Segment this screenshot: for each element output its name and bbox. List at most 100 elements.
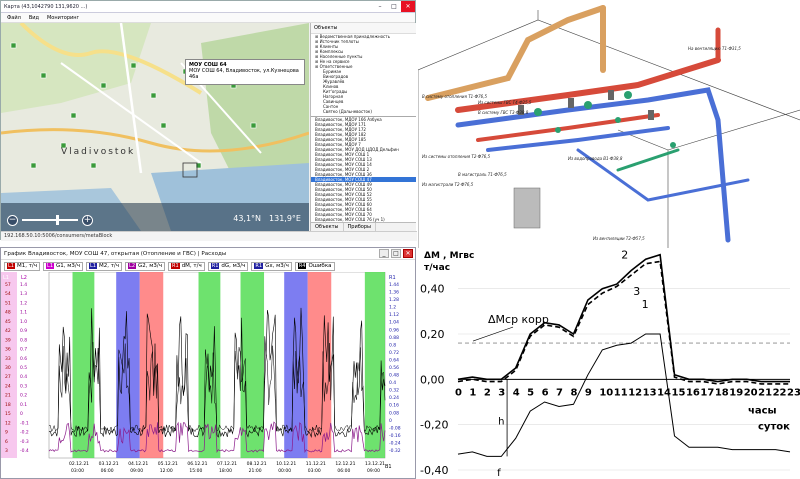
objects-tabs: Объекты Приборы [311,222,416,231]
legend-item[interactable]: R1 dG, м3/ч [207,261,249,271]
menu-view[interactable]: Вид [29,15,39,21]
line-chart-panel: ΔM , Мгвс т/час 0,40 0,20 0,00 -0,20 -0,40 0 1 2 3… [418,248,800,479]
x-tick-time: 03:00 [308,468,321,474]
zoom-slider[interactable] [22,215,78,225]
axis-tag-l1: L1 [3,275,9,281]
x-tick: 17 [700,387,714,398]
left-tick: 48 [5,310,11,316]
coord-lat: 43,1°N [233,214,262,223]
legend-item[interactable]: L1 G1, м3/ч [43,261,84,271]
left-tick: 12 [5,420,11,426]
menu-monitoring[interactable]: Мониторинг [47,15,79,21]
x-tick-date: 04.12.21 [128,461,148,467]
legend-item[interactable]: R1 Gx, м3/ч [251,261,292,271]
axis-tag-r1: R1 [389,275,396,281]
legend-item[interactable]: L1 M1, т/ч [4,261,41,271]
right-tick: 0.48 [389,373,399,379]
map-svg [1,23,309,231]
time-band [284,272,308,458]
tab-devices[interactable]: Приборы [344,223,376,231]
left2-tick: 0.5 [20,365,27,371]
left2-tick: 0.7 [20,347,27,353]
legend-tag: L1 [7,263,15,269]
right-tick: 0.08 [389,410,399,416]
y-tick: 0,00 [420,373,445,386]
pipe-label: Из вентиляции Т2-Ф57,5 [593,236,645,241]
left2-tick: 0.2 [20,393,27,399]
right-tick: 0.96 [389,327,399,333]
left-tick: 51 [5,300,11,306]
zoom-out-icon[interactable]: − [7,214,18,226]
y-axis-unit: т/час [424,263,450,273]
tree-item[interactable]: Святко (Дальневосток) [311,109,416,114]
graph-window-title: График Владивосток, МОУ СОШ 47, открытая… [4,250,227,257]
maximize-icon[interactable]: □ [387,1,401,12]
time-band [72,272,95,458]
left-tick: 15 [5,411,11,417]
x-tick: 7 [556,387,563,398]
left-tick: 3 [5,448,8,454]
objects-tree[interactable]: ⊞ Ведомственная принадлежность ⊞ Источник… [311,34,416,114]
left-tick: 21 [5,393,11,399]
x-axis-label-1: часы [748,405,777,416]
city-label: Vladivostok [61,147,136,157]
left-tick: 54 [5,291,11,297]
legend-item[interactable]: R1 dM, т/ч [168,261,205,271]
x-tick: 0 [455,387,462,398]
legend-item[interactable]: R4 Ошибка [294,261,335,271]
x-tick: 20 [744,387,758,398]
left-tick: 6 [5,439,8,445]
x-tick-date: 13.12.21 [365,461,385,467]
close-icon[interactable]: ✕ [403,249,413,258]
left2-tick: -0.1 [20,420,29,426]
legend-item[interactable]: L2 G2, м3/ч [125,261,166,271]
tab-objects[interactable]: Объекты [311,223,344,231]
map-popup[interactable]: МОУ СОШ 64 МОУ СОШ 64, Владивосток, ул.К… [185,59,305,85]
left2-tick: 0.3 [20,383,27,389]
legend-label: G2, м3/ч [138,263,163,269]
status-bar: 192.168.50.10:5006/consumers/metaBlock [1,231,417,241]
minimize-icon[interactable]: – [373,1,387,12]
left2-tick: -0.2 [20,430,29,436]
right-tick: 0.64 [389,357,399,363]
line-chart: ΔM , Мгвст/час0,400,200,00-0,20-0,400 1 2 3… [420,249,800,479]
map-canvas[interactable]: Vladivostok МОУ СОШ 64 МОУ СОШ 64, Влади… [1,23,309,231]
right-tick: -0.32 [389,448,401,454]
objects-header: Объекты [311,23,416,34]
map-window: Карта (43,1042790 131,9620 ...) – □ ✕ Фа… [0,0,417,241]
reference-label: ΔMср корр [488,313,549,326]
left-tick: 24 [5,383,11,389]
menu-file[interactable]: Файл [7,15,21,21]
maximize-icon[interactable]: □ [391,249,401,258]
pipe-label: Из магистрали Т2-Ф76,5 [422,182,474,187]
zoom-in-icon[interactable]: + [82,214,93,226]
time-band [307,272,332,458]
objects-panel: Объекты ⊞ Ведомственная принадлежность ⊞ … [310,23,416,231]
legend-item[interactable]: L1 M2, т/ч [86,261,123,271]
legend-tag: R1 [254,263,264,269]
x-tick-date: 06.12.21 [187,461,207,467]
x-tick: 19 [729,387,743,398]
objects-list[interactable]: Владивосток, МДОУ 166 Азбука Владивосток,… [311,116,416,231]
x-tick: 2 [484,387,491,398]
left-tick: 18 [5,402,11,408]
x-tick-date: 02.12.21 [69,461,89,467]
zoom-thumb[interactable] [55,215,59,225]
x-tick-time: 12:00 [160,468,173,474]
x-tick: 5 [527,387,534,398]
left2-tick: 0.9 [20,328,27,334]
x-axis-label-2: суток [758,421,790,432]
series-label: 3 [633,285,640,298]
left2-tick: -0.4 [20,448,29,454]
x-tick: 9 [585,387,592,398]
close-icon[interactable]: ✕ [401,1,415,12]
minimize-icon[interactable]: _ [379,249,389,258]
x-tick: 1 [469,387,476,398]
x-tick-date: 12.12.21 [335,461,355,467]
telemetry-graph[interactable]: L1 L2 R1B157545148454239363330272421181512… [1,272,415,478]
annotation-h: h [498,417,504,428]
left2-tick: 1.0 [20,319,27,325]
legend-tag: L1 [46,263,54,269]
x-tick: 21 [758,387,772,398]
x-tick: 22 [773,387,787,398]
